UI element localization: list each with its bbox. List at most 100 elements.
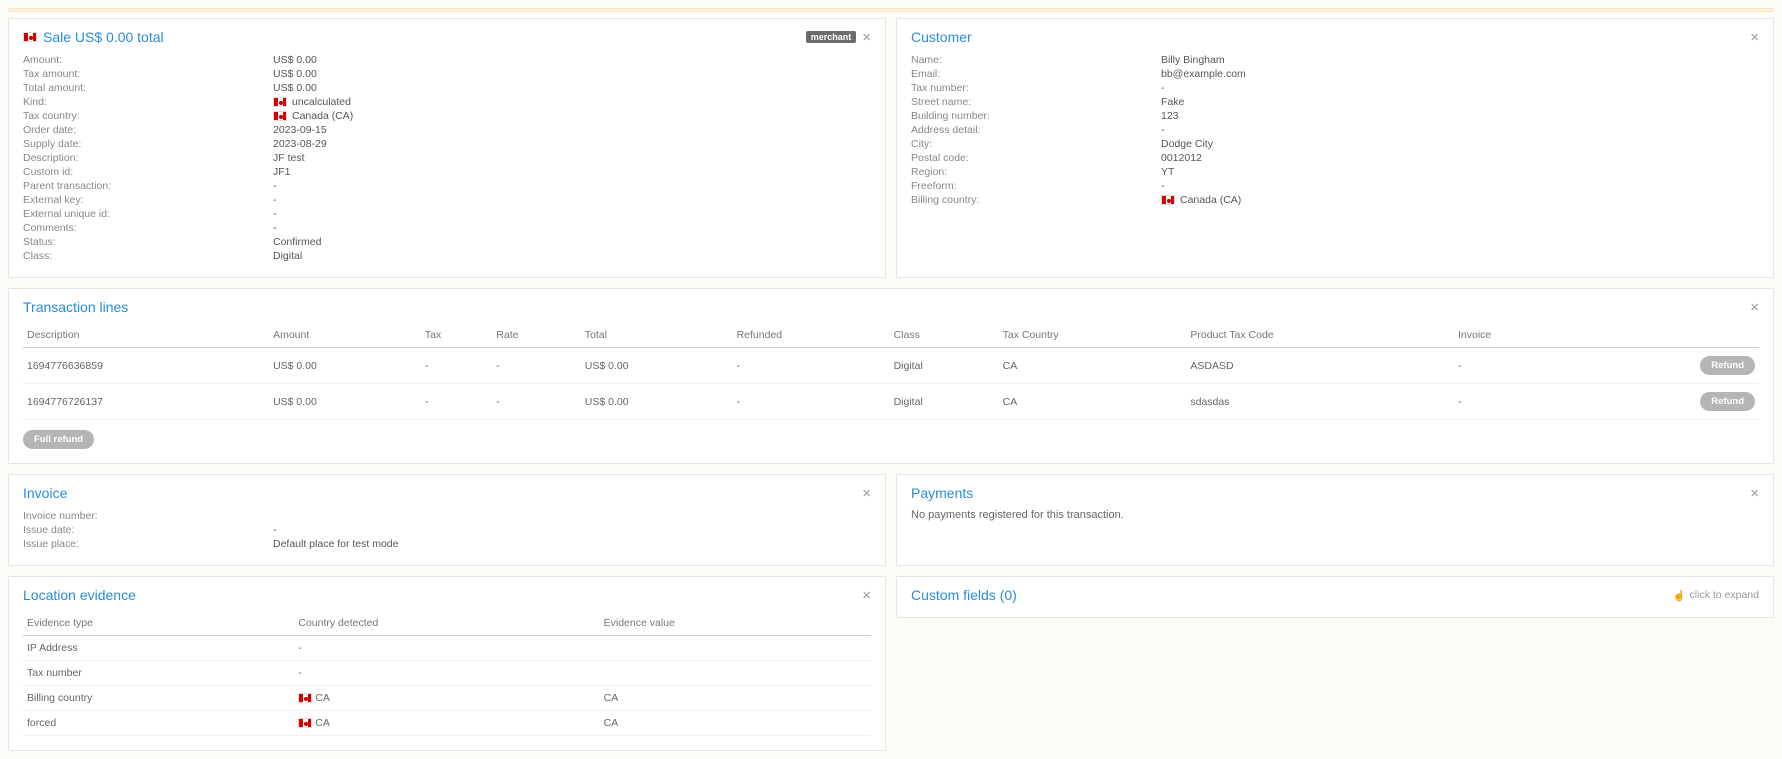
col-tax: Tax bbox=[421, 323, 492, 348]
cell-amount: US$ 0.00 bbox=[269, 384, 421, 420]
label: Street name: bbox=[911, 96, 1161, 108]
close-icon[interactable]: × bbox=[1750, 30, 1759, 45]
value: uncalculated bbox=[292, 96, 351, 108]
value: - bbox=[1161, 82, 1165, 94]
close-icon[interactable]: × bbox=[862, 588, 871, 603]
label: Kind: bbox=[23, 96, 273, 108]
label: Comments: bbox=[23, 222, 273, 234]
value: US$ 0.00 bbox=[273, 82, 317, 94]
col-refunded: Refunded bbox=[733, 323, 890, 348]
label: Invoice number: bbox=[23, 510, 273, 522]
table-row: 1694776726137US$ 0.00--US$ 0.00-DigitalC… bbox=[23, 384, 1759, 420]
value: US$ 0.00 bbox=[273, 54, 317, 66]
cell-tax_country: CA bbox=[999, 348, 1187, 384]
label: Tax amount: bbox=[23, 68, 273, 80]
label: Region: bbox=[911, 166, 1161, 178]
location-evidence-title: Location evidence bbox=[23, 587, 136, 603]
value: JF test bbox=[273, 152, 305, 164]
col-country-detected: Country detected bbox=[294, 611, 599, 636]
value: JF1 bbox=[273, 166, 291, 178]
customer-title: Customer bbox=[911, 29, 972, 45]
label: Order date: bbox=[23, 124, 273, 136]
value: Dodge City bbox=[1161, 138, 1213, 150]
value: 123 bbox=[1161, 110, 1179, 122]
cell-description: 1694776636859 bbox=[23, 348, 269, 384]
cell-tax: - bbox=[421, 348, 492, 384]
cell-rate: - bbox=[492, 384, 581, 420]
cell-tax_country: CA bbox=[999, 384, 1187, 420]
cell-type: forced bbox=[23, 711, 294, 736]
payments-title: Payments bbox=[911, 485, 973, 501]
top-banner bbox=[8, 8, 1774, 12]
cell-value: CA bbox=[600, 711, 871, 736]
cell-value bbox=[600, 661, 871, 686]
custom-fields-panel[interactable]: Custom fields (0) ☝ click to expand bbox=[896, 576, 1774, 618]
expand-hint[interactable]: ☝ click to expand bbox=[1672, 589, 1759, 602]
cell-country: CA bbox=[294, 711, 599, 736]
value: Digital bbox=[273, 250, 302, 262]
cell-amount: US$ 0.00 bbox=[269, 348, 421, 384]
col-description: Description bbox=[23, 323, 269, 348]
label: Postal code: bbox=[911, 152, 1161, 164]
value: Canada (CA) bbox=[1180, 194, 1241, 206]
customer-panel: Customer × Name:Billy Bingham Email:bb@e… bbox=[896, 18, 1774, 278]
value: Confirmed bbox=[273, 236, 321, 248]
merchant-badge: merchant bbox=[806, 31, 857, 43]
cell-type: IP Address bbox=[23, 636, 294, 661]
close-icon[interactable]: × bbox=[1750, 300, 1759, 315]
label: Custom id: bbox=[23, 166, 273, 178]
value: Billy Bingham bbox=[1161, 54, 1225, 66]
col-rate: Rate bbox=[492, 323, 581, 348]
value: - bbox=[1161, 180, 1165, 192]
location-evidence-panel: Location evidence × Evidence type Countr… bbox=[8, 576, 886, 751]
value: - bbox=[273, 180, 277, 192]
canada-flag-icon bbox=[273, 111, 287, 121]
label: Freeform: bbox=[911, 180, 1161, 192]
table-row: 1694776636859US$ 0.00--US$ 0.00-DigitalC… bbox=[23, 348, 1759, 384]
col-tax-country: Tax Country bbox=[999, 323, 1187, 348]
value: 0012012 bbox=[1161, 152, 1202, 164]
cell-rate: - bbox=[492, 348, 581, 384]
close-icon[interactable]: × bbox=[862, 30, 871, 45]
transaction-lines-panel: Transaction lines × Description Amount T… bbox=[8, 288, 1774, 464]
value: Default place for test mode bbox=[273, 538, 398, 550]
cell-value bbox=[600, 636, 871, 661]
label: Status: bbox=[23, 236, 273, 248]
close-icon[interactable]: × bbox=[862, 486, 871, 501]
close-icon[interactable]: × bbox=[1750, 486, 1759, 501]
label: Tax number: bbox=[911, 82, 1161, 94]
col-evidence-type: Evidence type bbox=[23, 611, 294, 636]
label: Issue date: bbox=[23, 524, 273, 536]
label: Address detail: bbox=[911, 124, 1161, 136]
label: Issue place: bbox=[23, 538, 273, 550]
table-row: Tax number- bbox=[23, 661, 871, 686]
cell-type: Tax number bbox=[23, 661, 294, 686]
full-refund-button[interactable]: Full refund bbox=[23, 430, 94, 449]
label: External unique id: bbox=[23, 208, 273, 220]
cell-total: US$ 0.00 bbox=[581, 384, 733, 420]
canada-flag-icon bbox=[273, 97, 287, 107]
refund-button[interactable]: Refund bbox=[1700, 356, 1755, 375]
hand-icon: ☝ bbox=[1672, 589, 1685, 602]
value: - bbox=[273, 194, 277, 206]
value: - bbox=[273, 222, 277, 234]
col-class: Class bbox=[890, 323, 999, 348]
sale-panel: Sale US$ 0.00 total merchant × Amount:US… bbox=[8, 18, 886, 278]
sale-details: Amount:US$ 0.00 Tax amount:US$ 0.00 Tota… bbox=[23, 53, 871, 263]
canada-flag-icon bbox=[23, 32, 37, 42]
cell-total: US$ 0.00 bbox=[581, 348, 733, 384]
payments-empty-text: No payments registered for this transact… bbox=[911, 509, 1759, 521]
value: Fake bbox=[1161, 96, 1184, 108]
label: Supply date: bbox=[23, 138, 273, 150]
cell-type: Billing country bbox=[23, 686, 294, 711]
cell-product_tax_code: ASDASD bbox=[1186, 348, 1454, 384]
value: - bbox=[273, 524, 277, 536]
cell-tax: - bbox=[421, 384, 492, 420]
custom-fields-title: Custom fields (0) bbox=[911, 587, 1017, 603]
cell-class: Digital bbox=[890, 384, 999, 420]
cell-value: CA bbox=[600, 686, 871, 711]
canada-flag-icon bbox=[298, 693, 312, 703]
cell-invoice: - bbox=[1454, 384, 1575, 420]
refund-button[interactable]: Refund bbox=[1700, 392, 1755, 411]
col-product-tax-code: Product Tax Code bbox=[1186, 323, 1454, 348]
